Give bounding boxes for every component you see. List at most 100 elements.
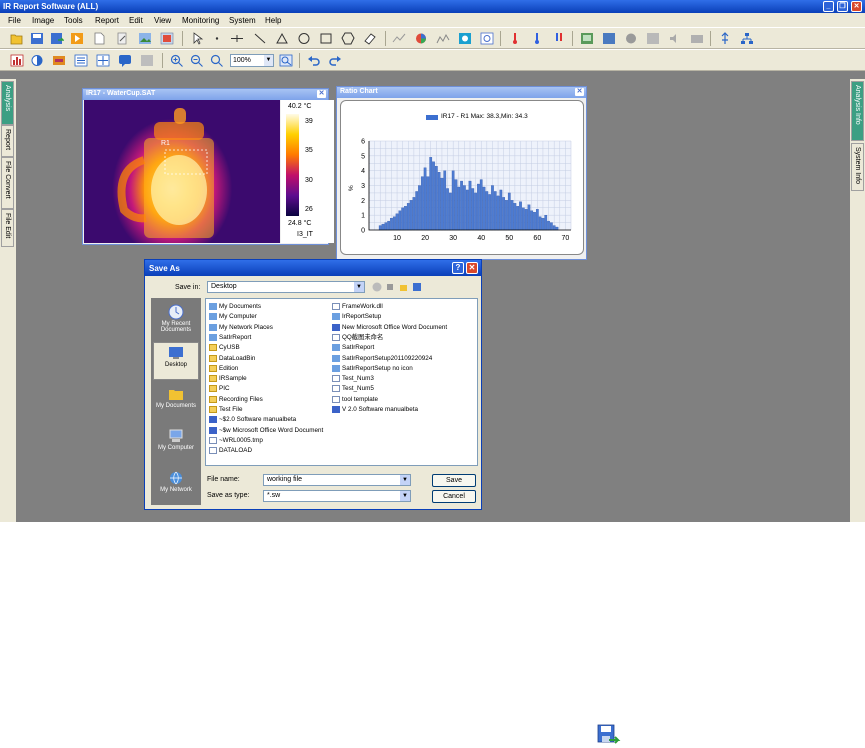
- chevron-down-icon[interactable]: ▼: [264, 55, 273, 66]
- line-chart-icon[interactable]: [392, 32, 406, 45]
- menu-help[interactable]: Help: [265, 16, 281, 25]
- save-as-icon[interactable]: [50, 32, 64, 45]
- open-folder-icon[interactable]: [10, 32, 24, 45]
- ratio-window-close-button[interactable]: ✕: [575, 88, 584, 96]
- comment-icon[interactable]: [118, 54, 132, 67]
- network-icon[interactable]: [740, 32, 754, 45]
- usb-icon[interactable]: [718, 32, 732, 45]
- place-my-documents[interactable]: My Documents: [153, 384, 199, 422]
- file-item[interactable]: My Documents: [209, 302, 261, 311]
- menu-file[interactable]: File: [8, 16, 21, 25]
- tab-system-info[interactable]: System Info: [851, 143, 864, 191]
- file-item[interactable]: IRSample: [209, 374, 247, 383]
- back-icon[interactable]: [372, 282, 382, 292]
- file-item[interactable]: SatIrReport: [209, 333, 251, 342]
- file-item[interactable]: ~WRL0005.tmp: [209, 436, 263, 445]
- pie-chart-icon[interactable]: [414, 32, 428, 45]
- file-item[interactable]: CyUSB: [209, 343, 240, 352]
- chevron-down-icon[interactable]: ▼: [400, 491, 410, 501]
- dialog-close-button[interactable]: ✕: [466, 262, 478, 274]
- file-item[interactable]: V 2.0 Software manualbeta: [332, 405, 418, 414]
- thermometer-red-icon[interactable]: [508, 32, 522, 45]
- file-item[interactable]: DATALOAD: [209, 446, 252, 455]
- file-item[interactable]: New Microsoft Office Word Document: [332, 323, 447, 332]
- trend-chart-icon[interactable]: [436, 32, 450, 45]
- file-item[interactable]: FrameWork.dll: [332, 302, 383, 311]
- place-desktop[interactable]: Desktop: [153, 342, 199, 380]
- redo-icon[interactable]: [328, 54, 342, 67]
- file-item[interactable]: Test_Num5: [332, 384, 374, 393]
- triangle-tool-icon[interactable]: [275, 32, 289, 45]
- file-item[interactable]: Recording Files: [209, 395, 263, 404]
- menu-monitoring[interactable]: Monitoring: [182, 16, 219, 25]
- edit-document-icon[interactable]: [115, 32, 129, 45]
- image-swap-icon[interactable]: [602, 32, 616, 45]
- file-item[interactable]: ~$w Microsoft Office Word Document: [209, 426, 323, 435]
- crosshair-icon[interactable]: [96, 54, 110, 67]
- place-my-computer[interactable]: My Computer: [153, 426, 199, 464]
- tab-file-edit[interactable]: File Edit: [1, 209, 14, 247]
- save-in-select[interactable]: Desktop ▼: [207, 281, 365, 293]
- file-item[interactable]: Edition: [209, 364, 238, 373]
- zoom-select[interactable]: 100% ▼: [230, 54, 274, 67]
- tab-file-convert[interactable]: File Convert: [1, 157, 14, 209]
- chevron-down-icon[interactable]: ▼: [400, 475, 410, 485]
- file-item[interactable]: DataLoadBin: [209, 354, 255, 363]
- new-folder-icon[interactable]: [400, 285, 407, 291]
- file-item[interactable]: ~$2.0 Software manualbeta: [209, 415, 296, 424]
- file-item[interactable]: tool template: [332, 395, 378, 404]
- close-button[interactable]: ✕: [851, 1, 862, 12]
- file-item[interactable]: SatIrReport: [332, 343, 374, 352]
- save-button[interactable]: Save: [432, 474, 476, 487]
- thermal-image[interactable]: R1: [84, 100, 280, 243]
- menu-report[interactable]: Report: [95, 16, 119, 25]
- thermometer-blue-icon[interactable]: [530, 32, 544, 45]
- file-item[interactable]: SatIrReportSetup no icon: [332, 364, 413, 373]
- audio-icon[interactable]: [668, 32, 682, 45]
- image-compare-icon[interactable]: [160, 32, 174, 45]
- target-icon[interactable]: [480, 32, 494, 45]
- image-export-icon[interactable]: [138, 32, 152, 45]
- chevron-down-icon[interactable]: ▼: [354, 282, 364, 292]
- diagonal-line-icon[interactable]: [253, 32, 267, 45]
- tab-report[interactable]: Report: [1, 125, 14, 157]
- up-folder-icon[interactable]: [387, 284, 393, 290]
- new-document-icon[interactable]: [92, 32, 106, 45]
- tab-analysis-info[interactable]: Analysis Info: [851, 81, 864, 141]
- snapshot-icon[interactable]: [690, 32, 704, 45]
- image-gallery-icon[interactable]: [580, 32, 594, 45]
- file-item[interactable]: IrReportSetup: [332, 312, 381, 321]
- pointer-icon[interactable]: [190, 32, 204, 45]
- zoom-fit-icon[interactable]: [279, 54, 293, 67]
- cancel-button[interactable]: Cancel: [432, 490, 476, 503]
- disabled-tool-icon[interactable]: [140, 54, 154, 67]
- zoom-out-icon[interactable]: [190, 54, 204, 67]
- point-tool-icon[interactable]: [210, 32, 224, 45]
- view-menu-icon[interactable]: [413, 283, 421, 291]
- contrast-icon[interactable]: [30, 54, 44, 67]
- line-tool-icon[interactable]: [230, 32, 244, 45]
- thermometer-range-icon[interactable]: [552, 32, 566, 45]
- tab-analysis[interactable]: Analysis: [1, 81, 14, 125]
- zoom-reset-icon[interactable]: [210, 54, 224, 67]
- file-name-input[interactable]: working file ▼: [263, 474, 411, 486]
- place-recent-documents[interactable]: My Recent Documents: [153, 302, 199, 340]
- file-item[interactable]: SatIrReportSetup201109220924: [332, 354, 432, 363]
- file-item[interactable]: QQ截图未命名: [332, 333, 383, 342]
- undo-icon[interactable]: [307, 54, 321, 67]
- eraser-icon[interactable]: [363, 32, 377, 45]
- menu-system[interactable]: System: [229, 16, 256, 25]
- record-icon[interactable]: [624, 32, 638, 45]
- file-item[interactable]: Test_Num3: [332, 374, 374, 383]
- place-my-network[interactable]: My Network: [153, 468, 199, 506]
- frame-icon[interactable]: [646, 32, 660, 45]
- menu-view[interactable]: View: [154, 16, 171, 25]
- menu-image[interactable]: Image: [32, 16, 54, 25]
- maximize-button[interactable]: ❐: [837, 1, 848, 12]
- file-item[interactable]: My Network Places: [209, 323, 273, 332]
- rectangle-tool-icon[interactable]: [319, 32, 333, 45]
- circle-tool-icon[interactable]: [297, 32, 311, 45]
- menu-tools[interactable]: Tools: [64, 16, 83, 25]
- file-item[interactable]: Test File: [209, 405, 242, 414]
- bar-chart-icon[interactable]: [10, 54, 24, 67]
